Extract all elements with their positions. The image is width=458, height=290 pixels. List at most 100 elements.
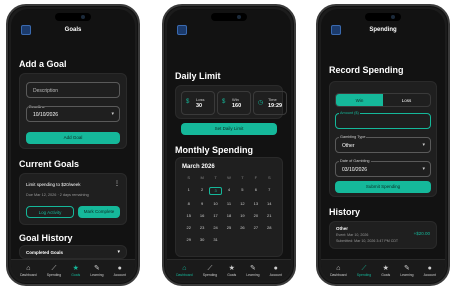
- gambling-type-select[interactable]: Gambling Type Other ▾: [335, 135, 431, 153]
- nav-account[interactable]: ● Account: [424, 265, 436, 277]
- description-input[interactable]: Description: [26, 82, 120, 98]
- completed-goals-label: Completed Goals: [26, 250, 64, 255]
- monthly-spending-title: Monthly Spending: [175, 145, 253, 155]
- gambling-type-value: Other: [342, 143, 355, 149]
- nav-learning[interactable]: ✎ Learning: [246, 265, 259, 277]
- pencil-icon: ✎: [403, 264, 410, 272]
- nav-dashboard[interactable]: ⌂ Dashboard: [330, 265, 347, 277]
- calendar-day[interactable]: 6: [249, 187, 262, 195]
- set-daily-limit-button[interactable]: Set Daily Limit: [181, 123, 277, 135]
- record-spending-title: Record Spending: [329, 65, 404, 75]
- calendar-day[interactable]: 9: [195, 201, 208, 207]
- bottom-nav: ⌂ Dashboard ⟋ Spending ★ Goals ✎ Learning ● A…: [167, 259, 291, 281]
- calendar-day[interactable]: 1: [182, 187, 195, 195]
- calendar-day[interactable]: 20: [249, 213, 262, 219]
- header: Spending: [321, 23, 445, 47]
- calendar-day[interactable]: 15: [182, 213, 195, 219]
- calendar-day[interactable]: 30: [195, 237, 208, 243]
- date-input[interactable]: Date of Gambling 03/10/2026 ▾: [335, 159, 431, 177]
- clock-icon: ◷: [258, 100, 264, 106]
- calendar-day[interactable]: 27: [249, 225, 262, 231]
- nav-account[interactable]: ● Account: [114, 265, 126, 277]
- notch: [365, 13, 401, 21]
- nav-learning[interactable]: ✎ Learning: [400, 265, 413, 277]
- calendar-day[interactable]: 10: [209, 201, 222, 207]
- calendar-day[interactable]: 3: [208, 187, 223, 195]
- nav-home[interactable]: ⌂ Dashboard: [176, 265, 193, 277]
- tab-loss[interactable]: Loss: [383, 94, 430, 106]
- calendar-day[interactable]: 12: [236, 201, 249, 207]
- phone-goals: Goals Add a Goal Description Deadline 10…: [6, 4, 140, 286]
- win-stat: $ Win 160: [217, 91, 251, 115]
- trend-icon: ⟋: [207, 264, 213, 272]
- calendar-day[interactable]: 29: [182, 237, 195, 243]
- calendar-day[interactable]: 11: [222, 201, 235, 207]
- pencil-icon: ✎: [93, 264, 100, 272]
- calendar-day[interactable]: 23: [195, 225, 208, 231]
- more-menu-icon[interactable]: ⋮: [114, 180, 120, 187]
- header: Goals: [11, 23, 135, 47]
- nav-account[interactable]: ● Account: [270, 265, 282, 277]
- dollar-icon: $: [186, 99, 190, 105]
- calendar-day[interactable]: 19: [236, 213, 249, 219]
- nav-spending[interactable]: ⟋ Spending: [357, 265, 371, 277]
- chevron-down-icon: ▾: [117, 249, 120, 255]
- phone-dashboard: Daily Limit $ Loss 30 $ Win 160 ◷ Time 1…: [162, 4, 296, 286]
- person-icon: ●: [427, 264, 432, 272]
- nav-spending[interactable]: ⟋ Spending: [203, 265, 217, 277]
- calendar-day[interactable]: 5: [236, 187, 249, 195]
- calendar-day[interactable]: 13: [249, 201, 262, 207]
- nav-goals[interactable]: ★ Goals: [71, 265, 80, 277]
- goal-text: Limit spending to $20/week: [26, 182, 81, 187]
- pencil-icon: ✎: [249, 264, 256, 272]
- history-type: Other: [336, 226, 349, 231]
- calendar-day[interactable]: 8: [182, 201, 195, 207]
- calendar-day[interactable]: 4: [222, 187, 235, 195]
- tab-win[interactable]: Win: [336, 94, 383, 106]
- weekday-label: S: [187, 175, 191, 180]
- calendar-day[interactable]: 25: [222, 225, 235, 231]
- gambling-type-label: Gambling Type: [339, 135, 367, 139]
- history-amount: +$20.00: [413, 231, 430, 236]
- calendar-day[interactable]: 21: [263, 213, 276, 219]
- deadline-input[interactable]: 10/10/2026 ▾: [26, 106, 120, 122]
- bottom-nav: ⌂ Dashboard ⟋ Spending ★ Goals ✎ Learning ● A…: [321, 259, 445, 281]
- goal-card: Limit spending to $20/week ⋮ Due Mar 12,…: [19, 173, 127, 225]
- add-goal-button[interactable]: Add Goal: [26, 132, 120, 144]
- weekday-label: F: [254, 175, 258, 180]
- app-logo-icon[interactable]: [177, 25, 187, 35]
- daily-limit-title: Daily Limit: [175, 71, 221, 81]
- completed-goals-dropdown[interactable]: Completed Goals ▾: [19, 245, 127, 259]
- nav-goals[interactable]: ★ Goals: [381, 265, 390, 277]
- nav-goals[interactable]: ★ Goals: [227, 265, 236, 277]
- current-goals-title: Current Goals: [19, 159, 80, 169]
- spending-screen: Spending Record Spending Win Loss Amount…: [321, 9, 445, 281]
- dollar-icon: $: [222, 99, 226, 105]
- calendar-day[interactable]: 18: [222, 213, 235, 219]
- nav-spending[interactable]: ⟋ Spending: [47, 265, 61, 277]
- calendar-day[interactable]: 22: [182, 225, 195, 231]
- trend-icon: ⟋: [51, 264, 57, 272]
- calendar-day[interactable]: 2: [195, 187, 208, 195]
- amount-input[interactable]: Amount ($): [335, 111, 431, 129]
- calendar-day[interactable]: 24: [209, 225, 222, 231]
- nav-learning[interactable]: ✎ Learning: [90, 265, 103, 277]
- amount-label: Amount ($): [339, 111, 360, 115]
- deadline-value: 10/10/2026: [33, 112, 59, 118]
- calendar-day[interactable]: 28: [263, 225, 276, 231]
- log-activity-button[interactable]: Log Activity: [26, 206, 74, 218]
- calendar-day[interactable]: 14: [263, 201, 276, 207]
- home-icon: ⌂: [336, 264, 341, 272]
- trend-icon: ⟋: [361, 264, 367, 272]
- calendar-day[interactable]: 17: [209, 213, 222, 219]
- notch: [211, 13, 247, 21]
- star-icon: ★: [382, 264, 389, 272]
- calendar-day[interactable]: 26: [236, 225, 249, 231]
- calendar-day[interactable]: 7: [263, 187, 276, 195]
- calendar-day[interactable]: 16: [195, 213, 208, 219]
- submit-spending-button[interactable]: Submit Spending: [335, 181, 431, 193]
- calendar-day[interactable]: 31: [209, 237, 222, 243]
- history-event: Event: Mar 10, 2026: [336, 233, 369, 237]
- nav-dashboard[interactable]: ⌂ Dashboard: [20, 265, 37, 277]
- mark-complete-button[interactable]: Mark Complete: [78, 206, 120, 218]
